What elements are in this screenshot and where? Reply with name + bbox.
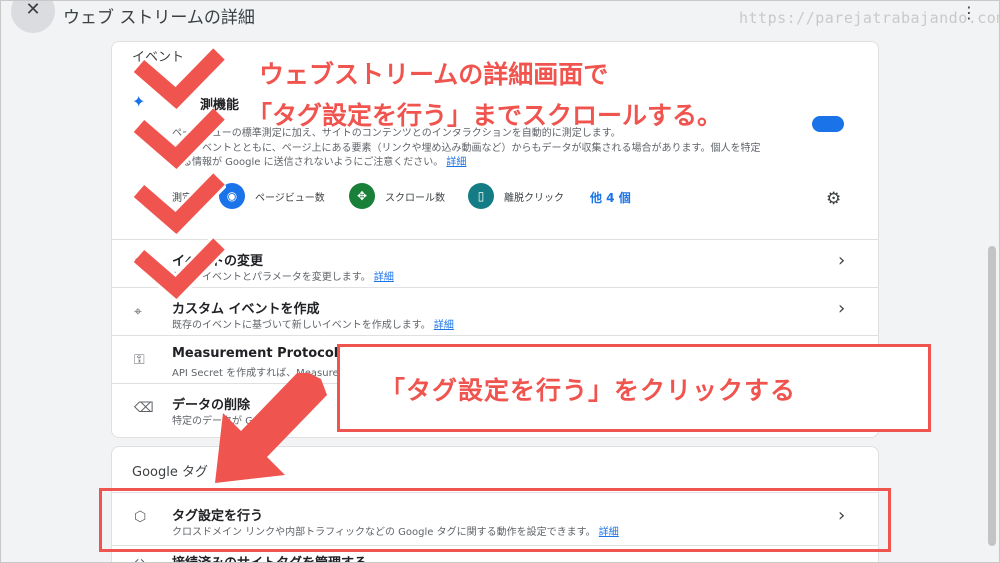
feature-page-views: ページビュー数 [255,193,325,204]
row-title: 接続済みのサイトタグを管理する [172,552,367,562]
check-icon [131,236,226,304]
top-bar: ✕ ウェブ ストリームの詳細 https://parejatrabajando.… [1,0,999,39]
scrollbar[interactable] [988,246,996,546]
row-desc-text: 既存のイベントに基づいて新しいイベントを作成します。 [172,320,431,331]
check-icon [131,171,226,239]
enhanced-learn-more-link[interactable]: 詳細 [446,157,466,168]
feature-scrolls: スクロール数 [385,193,445,204]
screenshot-frame: ✕ ウェブ ストリームの詳細 https://parejatrabajando.… [0,0,1000,563]
enhanced-measurement-toggle[interactable] [812,116,844,132]
headline-line2: 「タグ設定を行う」までスクロールする。 [247,101,723,130]
site-tag-icon: ‹› [134,554,146,563]
enhanced-desc-line2: 関連イベントとともに、ページ上にある要素（リンクや埋め込み動画など）からもデータ… [172,143,761,154]
row-desc: 既存のイベントに基づいて新しいイベントを作成します。 詳細 [172,316,454,331]
row-create-custom-event[interactable]: ⌖ カスタム イベントを作成 既存のイベントに基づいて新しいイベントを作成します… [112,287,878,335]
more-features-link[interactable]: 他 4 個 [590,189,631,206]
arrow-icon [215,373,327,483]
callout-box: 「タグ設定を行う」をクリックする [337,344,931,432]
crosshair-icon: ✥ [349,183,375,209]
headline-line1: ウェブストリームの詳細画面で [259,60,609,89]
highlight-box [99,488,891,552]
row-modify-events[interactable]: ✎ イベントの変更 既存のイベントとパラメータを変更します。 詳細 › [112,239,878,287]
more-menu-icon[interactable]: ⋮ [961,3,977,22]
check-icon [131,46,226,114]
eraser-icon: ⌫ [134,400,154,416]
chevron-right-icon: › [838,250,846,271]
google-tag-section-label: Google タグ [132,465,208,480]
page-title: ウェブ ストリームの詳細 [63,8,255,28]
mouse-icon: ▯ [468,183,494,209]
check-icon [131,106,226,174]
close-button[interactable]: ✕ [11,0,55,33]
checkmark-stack [131,46,226,304]
close-icon: ✕ [25,0,41,20]
key-icon: ⚿ [134,352,145,368]
chevron-right-icon: › [838,298,846,319]
gear-icon[interactable]: ⚙ [826,189,841,209]
learn-more-link[interactable]: 詳細 [374,272,394,283]
callout-text: 「タグ設定を行う」をクリックする [380,376,797,405]
learn-more-link[interactable]: 詳細 [434,320,454,331]
feature-outbound-clicks: 離脱クリック [504,193,564,204]
